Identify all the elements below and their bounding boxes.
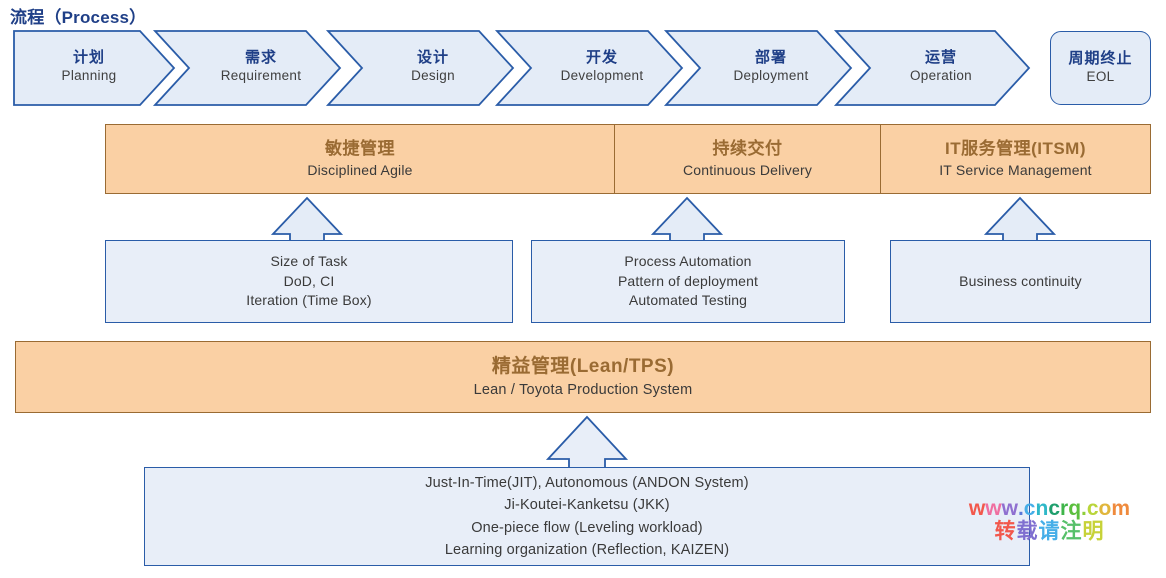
detail-line: DoD, CI [283, 272, 335, 289]
process-diagram-canvas: 流程（Process） 计划 Planning 需求 Requirement 设… [0, 0, 1166, 578]
stage-en-5: Deployment [733, 68, 809, 84]
stage-eol-en: EOL [1086, 69, 1115, 85]
up-arrow-icon-itsm [983, 196, 1057, 243]
stage-en-4: Development [560, 68, 644, 84]
stage-en-2: Requirement [220, 68, 302, 84]
process-stage-row: 计划 Planning 需求 Requirement 设计 Design 开发 … [0, 30, 1166, 108]
practice-en-agile: Disciplined Agile [307, 161, 413, 178]
stage-label-5: 部署 Deployment [696, 30, 846, 104]
up-arrow-icon-agile [270, 196, 344, 243]
detail-line: Process Automation [624, 252, 752, 269]
detail-line: Iteration (Time Box) [246, 292, 372, 309]
up-arrow-icon-lean [545, 415, 629, 470]
stage-label-2: 需求 Requirement [186, 30, 336, 104]
detail-line: Ji-Koutei-Kanketsu (JKK) [504, 497, 670, 514]
stage-en-6: Operation [910, 68, 972, 84]
detail-line: Pattern of deployment [617, 272, 759, 289]
practice-cn-cd: 持续交付 [712, 139, 783, 159]
stage-eol-box[interactable]: 周期终止 EOL [1050, 31, 1151, 105]
stage-label-4: 开发 Development [527, 30, 677, 104]
practice-segment-cd[interactable]: 持续交付 Continuous Delivery [615, 125, 881, 193]
detail-line: Automated Testing [628, 292, 748, 309]
stage-cn-3: 设计 [416, 49, 449, 67]
stage-eol-cn: 周期终止 [1068, 50, 1133, 68]
stage-label-6: 运营 Operation [866, 30, 1016, 104]
practice-segment-itsm[interactable]: IT服务管理(ITSM) IT Service Management [881, 125, 1150, 193]
practice-cn-itsm: IT服务管理(ITSM) [944, 139, 1087, 159]
practice-segment-agile[interactable]: 敏捷管理 Disciplined Agile [106, 125, 615, 193]
lean-en: Lean / Toyota Production System [473, 381, 693, 398]
practice-en-itsm: IT Service Management [939, 161, 1092, 178]
stage-label-1: 计划 Planning [14, 30, 164, 104]
stage-cn-1: 计划 [72, 49, 105, 67]
detail-box-agile[interactable]: Size of Task DoD, CI Iteration (Time Box… [105, 240, 513, 323]
stage-cn-2: 需求 [244, 49, 277, 67]
lean-band[interactable]: 精益管理(Lean/TPS) Lean / Toyota Production … [15, 341, 1151, 413]
detail-line: Size of Task [270, 252, 348, 269]
up-arrow-icon-cd [650, 196, 724, 243]
detail-box-itsm[interactable]: Business continuity [890, 240, 1151, 323]
detail-line: Just-In-Time(JIT), Autonomous (ANDON Sys… [425, 474, 749, 491]
lean-cn: 精益管理(Lean/TPS) [491, 356, 675, 378]
detail-box-cd[interactable]: Process Automation Pattern of deployment… [531, 240, 845, 323]
practice-band: 敏捷管理 Disciplined Agile 持续交付 Continuous D… [105, 124, 1151, 194]
stage-label-3: 设计 Design [358, 30, 508, 104]
stage-cn-6: 运营 [924, 49, 957, 67]
stage-cn-5: 部署 [754, 49, 787, 67]
practice-en-cd: Continuous Delivery [682, 161, 813, 178]
stage-en-3: Design [411, 68, 455, 84]
page-title: 流程（Process） [10, 8, 147, 27]
stage-en-1: Planning [61, 68, 117, 84]
practice-cn-agile: 敏捷管理 [325, 139, 395, 159]
detail-line: Learning organization (Reflection, KAIZE… [444, 541, 730, 558]
stage-cn-4: 开发 [585, 49, 618, 67]
detail-line: Business continuity [959, 272, 1082, 289]
detail-box-lean[interactable]: Just-In-Time(JIT), Autonomous (ANDON Sys… [144, 467, 1030, 566]
detail-line: One-piece flow (Leveling workload) [471, 519, 703, 536]
